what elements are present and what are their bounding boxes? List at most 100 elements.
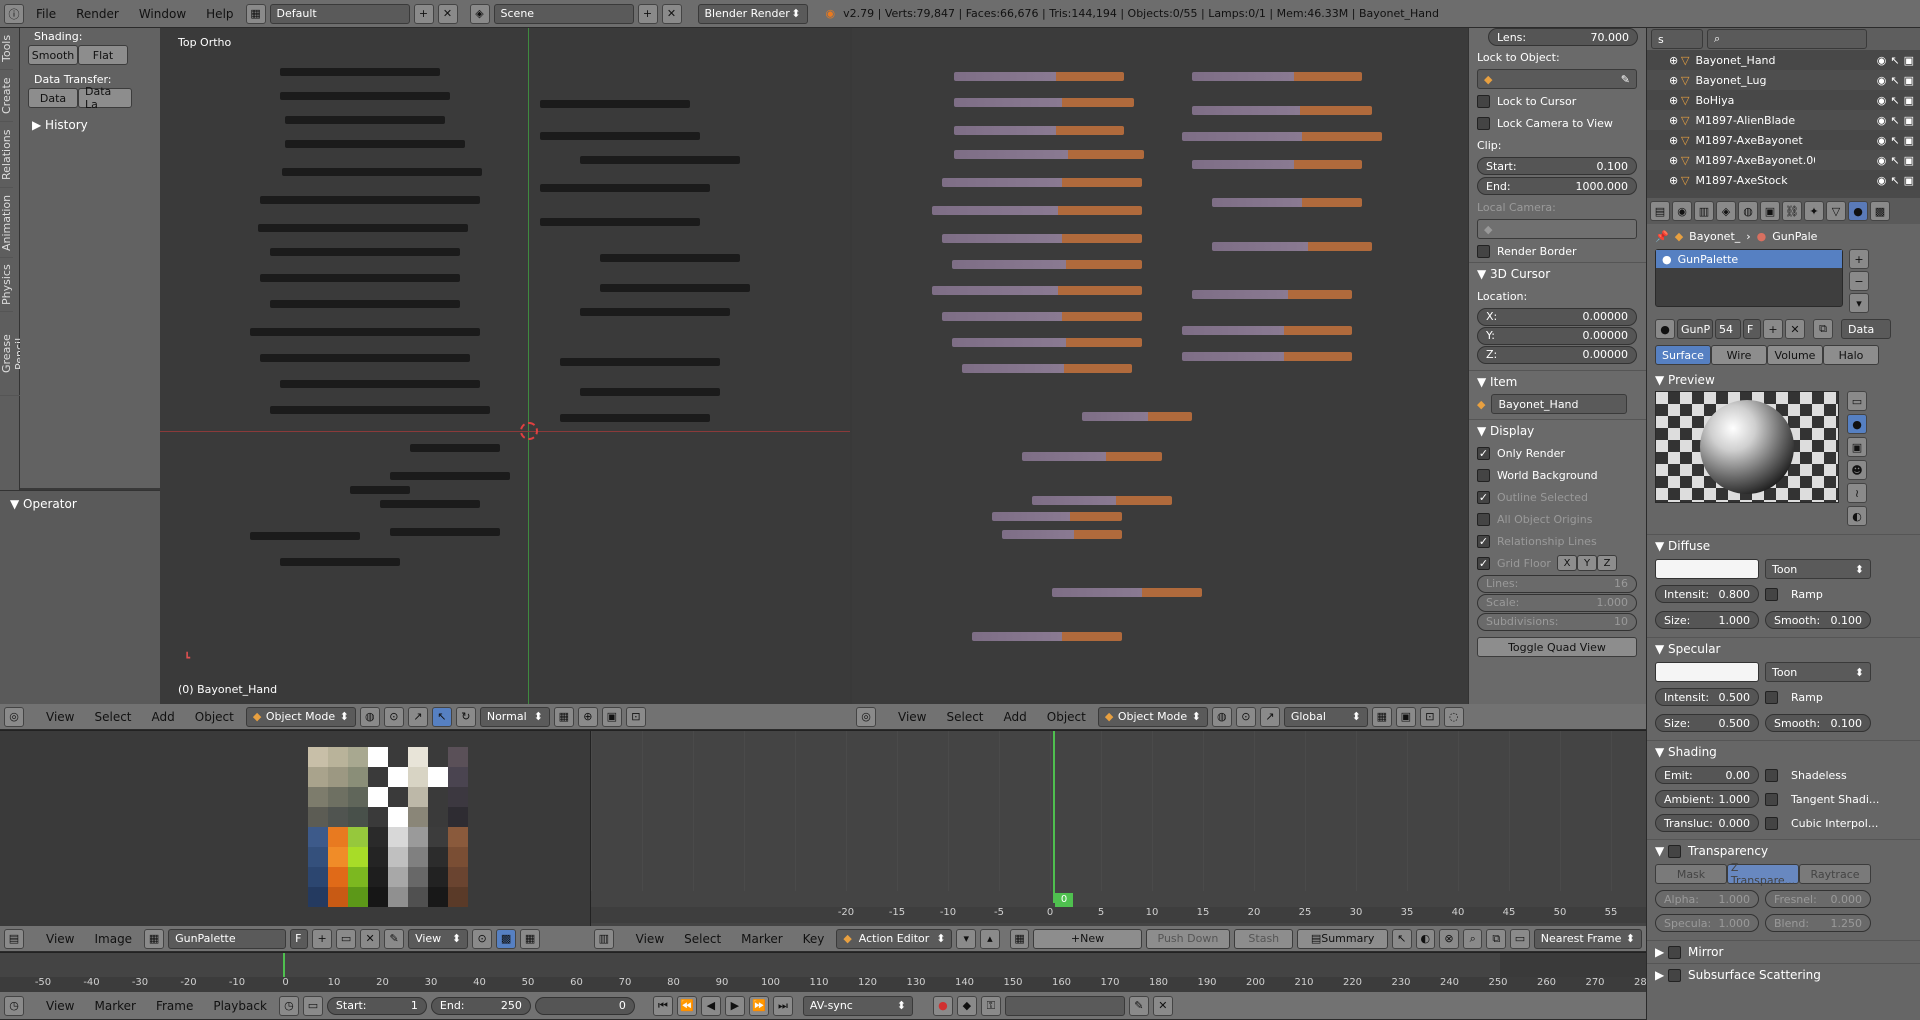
specular-panel[interactable]: ▼ Specular (1647, 637, 1920, 660)
image-browse-icon[interactable]: ▦ (144, 928, 165, 949)
expand-icon[interactable]: ⊕ (1669, 54, 1681, 67)
image-name-field[interactable]: GunPalette (168, 928, 287, 949)
menu-view-right[interactable]: View (890, 710, 934, 724)
grid-x-button[interactable]: X (1557, 555, 1577, 571)
outliner-row[interactable]: ⊕ ▽ M1897-AxeBayonet ◉ ↖ ▣ (1647, 130, 1920, 150)
render-camera-icon[interactable]: ▣ (1904, 154, 1914, 167)
outliner-display-select[interactable]: s (1651, 29, 1703, 49)
blend-field[interactable]: Blend: 1.250 (1765, 914, 1871, 932)
render-camera-icon[interactable]: ▣ (1904, 134, 1914, 147)
link-data-icon[interactable]: ⧉ (1813, 319, 1833, 339)
scene-field[interactable]: Scene (493, 3, 634, 24)
translucency-field[interactable]: Transluc: 0.000 (1655, 814, 1759, 832)
preview-hair-icon[interactable]: ≀ (1847, 483, 1867, 503)
menu-playback-timeline[interactable]: Playback (205, 999, 275, 1013)
preview-sphere-icon[interactable]: ● (1847, 414, 1867, 434)
diffuse-shader-select[interactable]: Toon ⬍ (1765, 559, 1871, 579)
tab-physics[interactable]: Physics (0, 258, 13, 312)
new-image-icon[interactable]: + (312, 928, 333, 949)
sss-panel[interactable]: ▶ Subsurface Scattering (1647, 963, 1920, 986)
tab-z-transparency[interactable]: Z Transpare... (1727, 861, 1799, 887)
outliner-row[interactable]: ⊕ ▽ Bayonet_Lug ◉ ↖ ▣ (1647, 70, 1920, 90)
keying-set-icon[interactable]: ⚿ (980, 995, 1001, 1016)
data-tab-icon[interactable]: ▽ (1826, 201, 1846, 221)
preview-cube-icon[interactable]: ▣ (1847, 437, 1867, 457)
specular-size-field[interactable]: Size: 0.500 (1655, 714, 1759, 732)
tab-animation[interactable]: Animation (0, 188, 13, 258)
action-down-icon[interactable]: ▴ (980, 928, 1000, 949)
jump-start-icon[interactable]: ⏮ (652, 995, 673, 1016)
menu-marker-action[interactable]: Marker (733, 932, 790, 946)
expand-icon[interactable]: ⊕ (1669, 154, 1681, 167)
specular-alpha-field[interactable]: Specula: 1.000 (1655, 914, 1759, 932)
select-arrow-icon[interactable]: ↖ (1890, 154, 1899, 167)
timeline[interactable]: -50 -40 -30 -20 -10 0 10 20 30 40 50 60 70 80 90 100 110… (0, 952, 1646, 992)
visibility-eye-icon[interactable]: ◉ (1877, 154, 1887, 167)
orientation-select-right[interactable]: Global ⬍ (1283, 706, 1368, 727)
pivot-point-icon[interactable]: ⊙ (1235, 706, 1256, 727)
viewport-shading-icon[interactable]: ◍ (359, 706, 380, 727)
object-tab-icon[interactable]: ▣ (1760, 201, 1780, 221)
new-action-button[interactable]: + New (1033, 928, 1142, 949)
current-frame-field[interactable]: 0 (534, 996, 635, 1015)
alpha-icon[interactable]: ▦ (520, 928, 541, 949)
preview-flat-icon[interactable]: ▭ (1847, 391, 1867, 411)
outliner-row[interactable]: ⊕ ▽ M1897-AxeStock ◉ ↖ ▣ (1647, 170, 1920, 190)
expand-icon[interactable]: ⊕ (1669, 114, 1681, 127)
eyedropper-icon[interactable]: ✎ (1621, 73, 1630, 86)
texture-tab-icon[interactable]: ▩ (1870, 201, 1890, 221)
menu-marker-timeline[interactable]: Marker (86, 999, 143, 1013)
add-scene-icon[interactable]: + (637, 3, 658, 24)
select-arrow-icon[interactable]: ↖ (1890, 134, 1899, 147)
history-panel[interactable]: ▶ History (20, 108, 160, 142)
alpha-field[interactable]: Alpha: 1.000 (1655, 890, 1759, 908)
render-camera-icon[interactable]: ▣ (1904, 174, 1914, 187)
smooth-button[interactable]: Smooth (28, 45, 78, 65)
editor-type-image-icon[interactable]: ▤ (4, 928, 24, 949)
3d-cursor-panel[interactable]: ▼ 3D Cursor (1469, 262, 1646, 285)
visibility-eye-icon[interactable]: ◉ (1877, 174, 1887, 187)
sss-checkbox[interactable] (1668, 969, 1682, 982)
diffuse-panel[interactable]: ▼ Diffuse (1647, 534, 1920, 557)
tab-halo[interactable]: Halo (1823, 345, 1879, 365)
remove-scene-icon[interactable]: ✕ (661, 3, 682, 24)
material-slot-item[interactable]: ● GunPalette (1656, 250, 1842, 268)
world-tab-icon[interactable]: ◍ (1738, 201, 1758, 221)
render-tab-icon[interactable]: ◉ (1672, 201, 1692, 221)
outline-selected-checkbox[interactable] (1477, 490, 1490, 504)
dopesheet-mode-select[interactable]: ◆ Action Editor ⬍ (836, 928, 953, 949)
current-frame-badge[interactable]: 0 (1055, 893, 1073, 907)
cursor-z-field[interactable]: Z: 0.00000 (1477, 345, 1637, 364)
cubic-interpolation-checkbox[interactable] (1765, 816, 1778, 830)
visibility-eye-icon[interactable]: ◉ (1877, 114, 1887, 127)
pin-image-icon[interactable]: ✎ (384, 928, 405, 949)
preview-monkey-icon[interactable]: ☻ (1847, 460, 1867, 480)
fake-user-toggle[interactable]: F (1743, 319, 1761, 339)
clip-start-field[interactable]: Start: 0.100 (1477, 157, 1637, 175)
layers-icon[interactable]: ▦ (1371, 706, 1392, 727)
menu-image[interactable]: Image (86, 932, 140, 946)
tab-wire[interactable]: Wire (1711, 345, 1767, 365)
start-frame-field[interactable]: Start: 1 (326, 996, 427, 1015)
snap-icon[interactable]: ⊡ (1419, 706, 1440, 727)
visibility-eye-icon[interactable]: ◉ (1877, 94, 1887, 107)
editor-type-3d-icon[interactable]: ◎ (856, 706, 876, 727)
clip-end-field[interactable]: End: 1000.000 (1477, 177, 1637, 195)
editor-type-3d-icon[interactable]: ◎ (4, 706, 24, 727)
mode-select-left[interactable]: ◆ Object Mode ⬍ (245, 706, 356, 727)
relationship-lines-checkbox[interactable] (1477, 534, 1490, 548)
add-slot-icon[interactable]: + (1849, 249, 1869, 269)
manipulator-icon[interactable]: ↗ (407, 706, 428, 727)
link-select[interactable]: Data (1841, 319, 1891, 339)
image-display-icon[interactable]: ⊙ (472, 928, 493, 949)
menu-object-right[interactable]: Object (1039, 710, 1094, 724)
menu-select-left[interactable]: Select (86, 710, 139, 724)
menu-view-image[interactable]: View (38, 932, 82, 946)
render-camera-icon[interactable]: ▣ (1904, 114, 1914, 127)
unlink-material-icon[interactable]: ✕ (1785, 319, 1805, 339)
item-panel[interactable]: ▼ Item (1469, 370, 1646, 393)
viewport-left[interactable]: Top Ortho ┗ (0) Bayonet_Hand (160, 28, 850, 704)
diffuse-intensity-field[interactable]: Intensit: 0.800 (1655, 585, 1759, 603)
sync-mode-select[interactable]: AV-sync ⬍ (802, 995, 913, 1016)
new-material-icon[interactable]: + (1763, 319, 1783, 339)
